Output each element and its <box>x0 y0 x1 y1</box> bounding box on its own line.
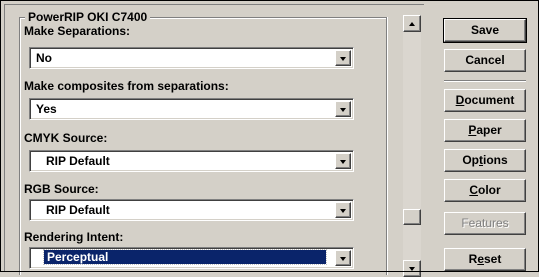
chevron-down-icon <box>340 108 346 112</box>
rgb-source-label: RGB Source: <box>24 182 99 196</box>
make-composites-dropdown-button[interactable] <box>335 101 351 117</box>
reset-label-post: set <box>484 252 502 266</box>
rendering-intent-label: Rendering Intent: <box>24 230 124 244</box>
cmyk-source-value: RIP Default <box>46 154 110 168</box>
options-label-post: ions <box>483 153 508 167</box>
color-label-key: C <box>469 183 478 197</box>
options-button[interactable]: Options <box>444 149 526 172</box>
vertical-scrollbar[interactable] <box>403 15 421 277</box>
paper-button[interactable]: Paper <box>444 119 526 142</box>
cancel-button[interactable]: Cancel <box>444 49 526 72</box>
rendering-intent-highlight: Perceptual <box>43 249 327 265</box>
scroll-up-button[interactable] <box>403 15 421 32</box>
make-composites-label: Make composites from separations: <box>24 79 229 93</box>
document-label-post: ocument <box>464 93 515 107</box>
make-composites-select[interactable]: Yes <box>29 98 354 120</box>
color-label-post: olor <box>478 183 501 197</box>
chevron-down-icon <box>340 209 346 213</box>
arrow-up-icon <box>409 22 415 26</box>
settings-scroll-panel: PowerRIP OKI C7400 Make Separations: No … <box>4 4 424 277</box>
scroll-down-button[interactable] <box>403 260 421 277</box>
rgb-source-value: RIP Default <box>46 203 110 217</box>
reset-label-key: e <box>477 252 484 266</box>
printer-settings-dialog: PowerRIP OKI C7400 Make Separations: No … <box>0 0 539 277</box>
rgb-source-dropdown-button[interactable] <box>335 202 351 218</box>
chevron-down-icon <box>340 57 346 61</box>
scroll-thumb[interactable] <box>403 209 421 225</box>
arrow-down-icon <box>409 267 415 271</box>
cmyk-source-label: CMYK Source: <box>24 131 108 145</box>
make-composites-value: Yes <box>36 102 57 116</box>
document-button[interactable]: Document <box>444 89 526 112</box>
group-title: PowerRIP OKI C7400 <box>25 10 151 24</box>
make-separations-value: No <box>36 51 52 65</box>
features-button[interactable]: Features <box>444 212 526 235</box>
options-label-pre: Op <box>462 153 479 167</box>
cmyk-source-dropdown-button[interactable] <box>335 153 351 169</box>
rendering-intent-value: Perceptual <box>47 250 109 264</box>
rendering-intent-select[interactable]: Perceptual <box>29 247 354 269</box>
paper-label-post: aper <box>476 123 502 137</box>
reset-label-pre: R <box>468 252 478 266</box>
make-separations-select[interactable]: No <box>29 47 354 69</box>
reset-button[interactable]: Reset <box>444 248 526 271</box>
cmyk-source-select[interactable]: RIP Default <box>29 150 354 172</box>
make-separations-label: Make Separations: <box>24 24 131 38</box>
save-button[interactable]: Save <box>443 18 527 43</box>
color-button[interactable]: Color <box>444 179 526 202</box>
button-divider <box>444 80 526 82</box>
rgb-source-select[interactable]: RIP Default <box>29 199 354 221</box>
rendering-intent-dropdown-button[interactable] <box>335 250 351 266</box>
chevron-down-icon <box>340 257 346 261</box>
chevron-down-icon <box>340 160 346 164</box>
make-separations-dropdown-button[interactable] <box>335 50 351 66</box>
